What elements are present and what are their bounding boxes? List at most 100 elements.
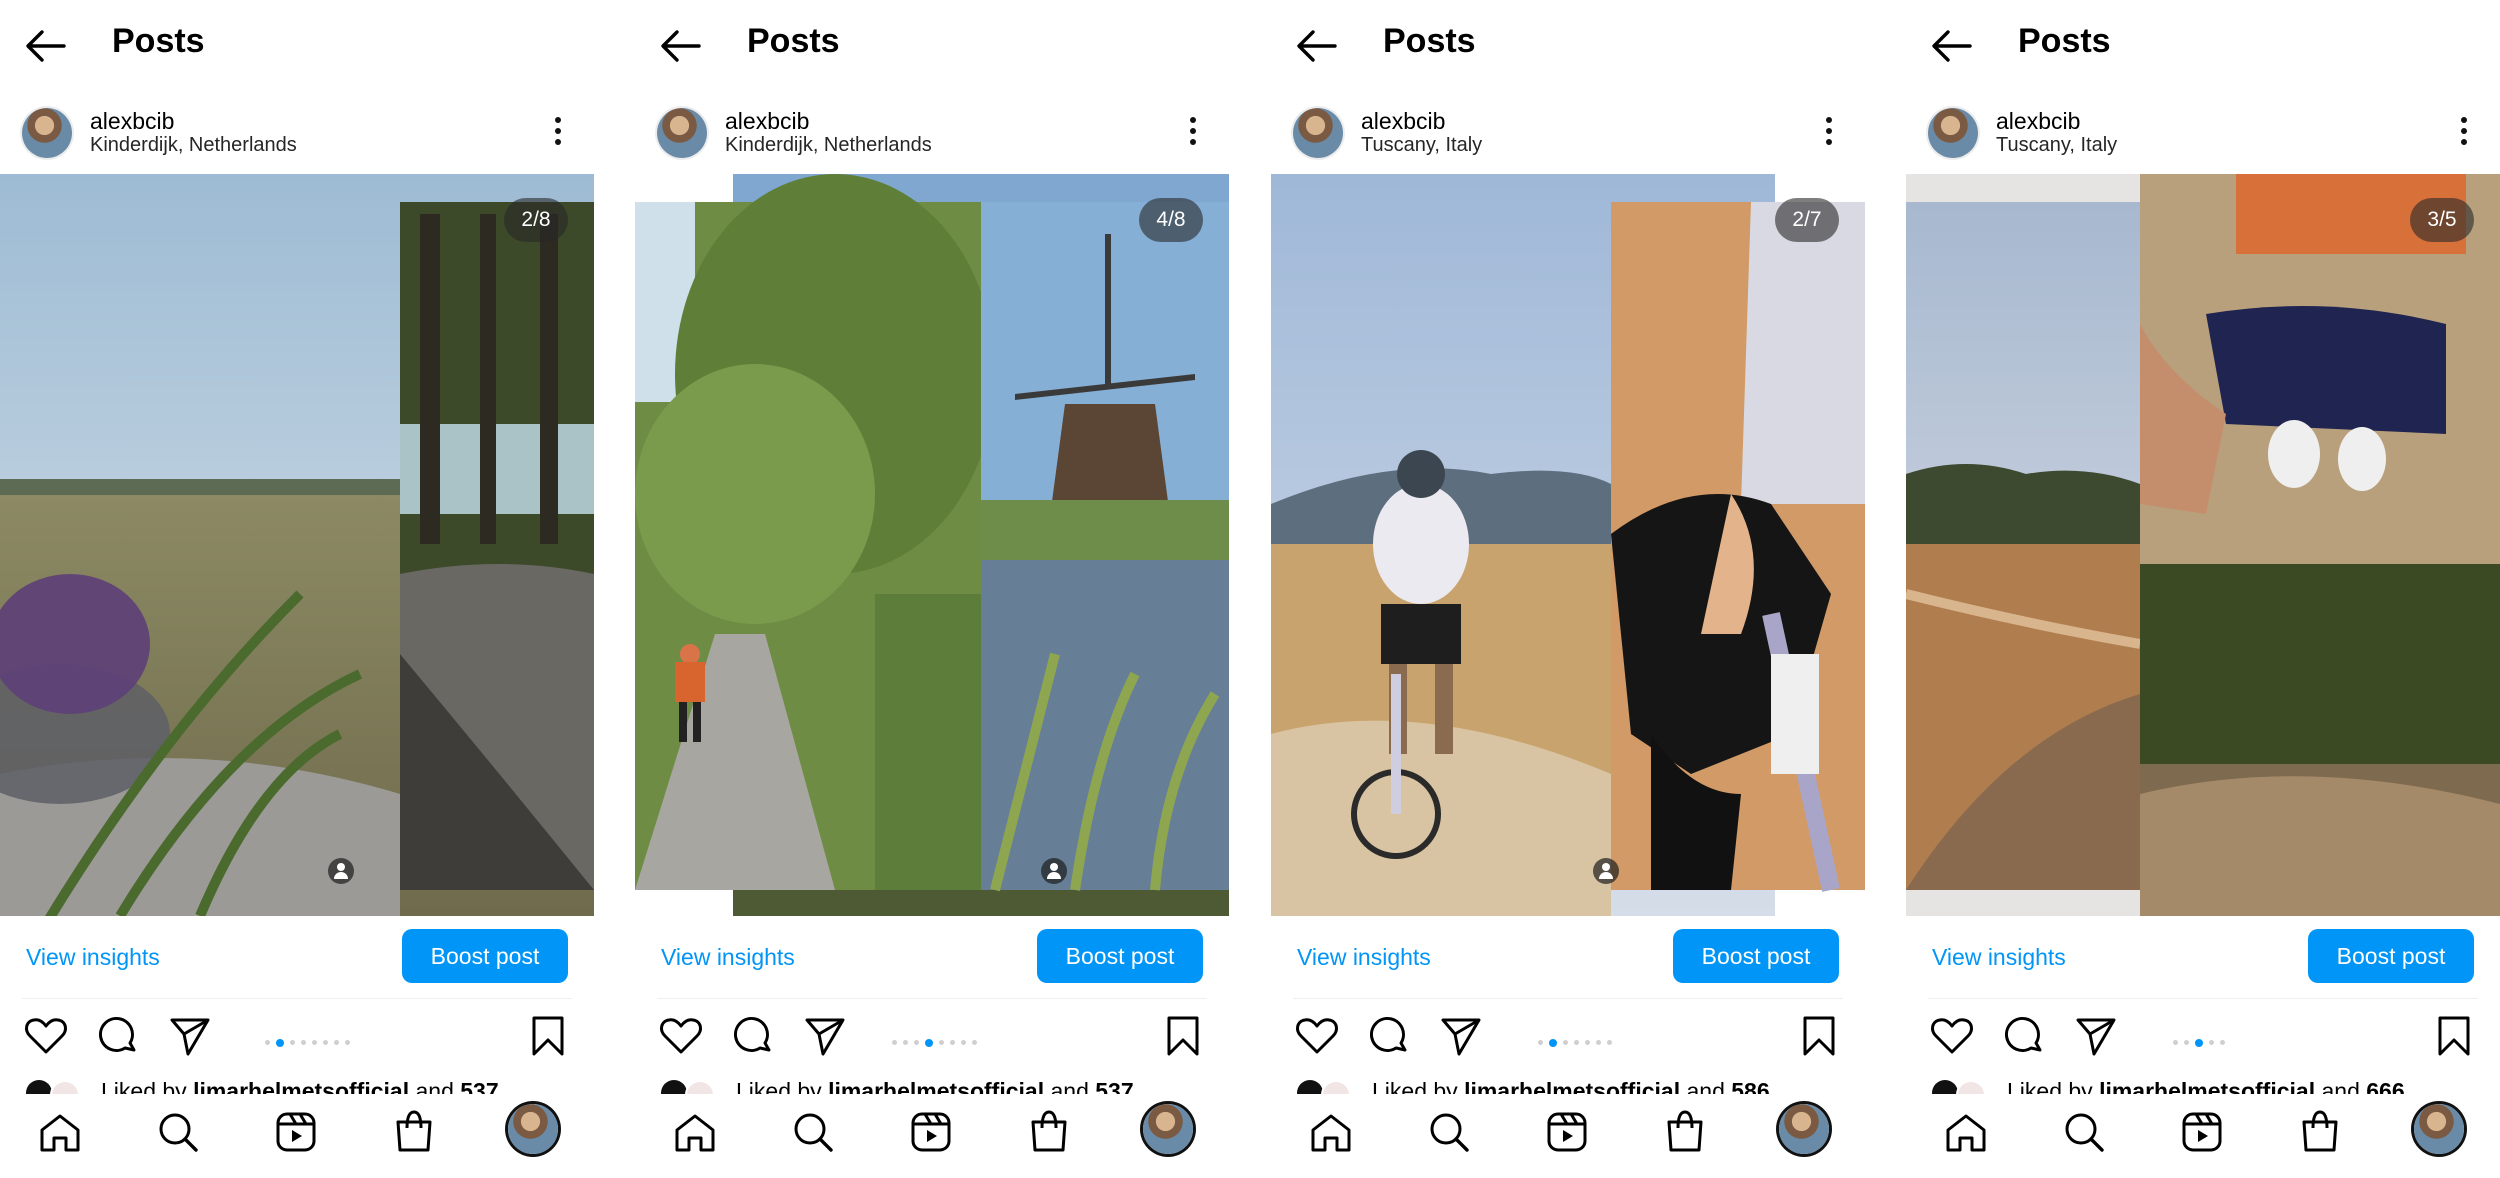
post-screen-4: Posts alexbcib Tuscany, Italy 3/5 View i… bbox=[1906, 0, 2500, 1178]
search-icon[interactable] bbox=[789, 1108, 837, 1156]
paper-plane-icon[interactable] bbox=[1437, 1012, 1485, 1060]
heart-icon[interactable] bbox=[1293, 1012, 1341, 1060]
heart-icon[interactable] bbox=[22, 1012, 70, 1060]
arrow-left-icon[interactable] bbox=[1930, 24, 1974, 68]
avatar[interactable] bbox=[1779, 1104, 1829, 1154]
reels-icon[interactable] bbox=[1543, 1108, 1591, 1156]
bottom-nav bbox=[635, 1096, 1229, 1178]
comment-icon[interactable] bbox=[94, 1012, 142, 1060]
arrow-left-icon[interactable] bbox=[24, 24, 68, 68]
more-vertical-icon[interactable] bbox=[1183, 114, 1203, 148]
person-tag-icon[interactable] bbox=[1041, 858, 1067, 884]
avatar[interactable] bbox=[508, 1104, 558, 1154]
post-header: alexbcib Tuscany, Italy bbox=[1271, 100, 1865, 172]
person-tag-icon[interactable] bbox=[328, 858, 354, 884]
arrow-left-icon[interactable] bbox=[1295, 24, 1339, 68]
reels-icon[interactable] bbox=[2178, 1108, 2226, 1156]
likes-prefix: Liked by bbox=[2007, 1078, 2100, 1094]
shopping-bag-icon[interactable] bbox=[390, 1108, 438, 1156]
likes-summary[interactable]: Liked by limarhelmetsofficial and 586 bbox=[1297, 1074, 1857, 1094]
post-header: alexbcib Kinderdijk, Netherlands bbox=[635, 100, 1229, 172]
avatar[interactable] bbox=[1143, 1104, 1193, 1154]
username[interactable]: alexbcib bbox=[725, 108, 809, 135]
liked-by-user[interactable]: limarhelmetsofficial bbox=[828, 1078, 1044, 1094]
likes-conjunction: and bbox=[2315, 1078, 2367, 1094]
paper-plane-icon[interactable] bbox=[2072, 1012, 2120, 1060]
view-insights-link[interactable]: View insights bbox=[1297, 944, 1431, 971]
search-icon[interactable] bbox=[154, 1108, 202, 1156]
comment-icon[interactable] bbox=[1365, 1012, 1413, 1060]
bookmark-icon[interactable] bbox=[2430, 1012, 2478, 1060]
post-header: alexbcib Kinderdijk, Netherlands bbox=[0, 100, 594, 172]
reels-icon[interactable] bbox=[272, 1108, 320, 1156]
more-vertical-icon[interactable] bbox=[548, 114, 568, 148]
avatar[interactable] bbox=[657, 108, 707, 158]
heart-icon[interactable] bbox=[657, 1012, 705, 1060]
post-screen-2: Posts alexbcib Kinderdijk, Netherlands 4… bbox=[635, 0, 1229, 1178]
boost-post-button[interactable]: Boost post bbox=[402, 929, 568, 983]
home-icon[interactable] bbox=[1942, 1108, 1990, 1156]
boost-post-button[interactable]: Boost post bbox=[2308, 929, 2474, 983]
boost-post-button[interactable]: Boost post bbox=[1673, 929, 1839, 983]
shopping-bag-icon[interactable] bbox=[1025, 1108, 1073, 1156]
page-title: Posts bbox=[2018, 22, 2111, 60]
bookmark-icon[interactable] bbox=[1795, 1012, 1843, 1060]
likes-conjunction: and bbox=[1044, 1078, 1096, 1094]
arrow-left-icon[interactable] bbox=[659, 24, 703, 68]
post-image[interactable]: 2/8 bbox=[0, 174, 594, 916]
bottom-nav bbox=[1906, 1096, 2500, 1178]
page-title: Posts bbox=[747, 22, 840, 60]
location[interactable]: Kinderdijk, Netherlands bbox=[725, 134, 932, 157]
location[interactable]: Tuscany, Italy bbox=[1996, 134, 2117, 157]
username[interactable]: alexbcib bbox=[90, 108, 174, 135]
post-image[interactable]: 4/8 bbox=[635, 174, 1229, 916]
shopping-bag-icon[interactable] bbox=[2296, 1108, 2344, 1156]
heart-icon[interactable] bbox=[1928, 1012, 1976, 1060]
bookmark-icon[interactable] bbox=[1159, 1012, 1207, 1060]
reels-icon[interactable] bbox=[907, 1108, 955, 1156]
avatar[interactable] bbox=[2414, 1104, 2464, 1154]
likes-summary[interactable]: Liked by limarhelmetsofficial and 666 bbox=[1932, 1074, 2492, 1094]
person-tag-icon[interactable] bbox=[1593, 858, 1619, 884]
bottom-nav bbox=[1271, 1096, 1865, 1178]
username[interactable]: alexbcib bbox=[1996, 108, 2080, 135]
search-icon[interactable] bbox=[2060, 1108, 2108, 1156]
view-insights-link[interactable]: View insights bbox=[661, 944, 795, 971]
liked-by-user[interactable]: limarhelmetsofficial bbox=[2099, 1078, 2315, 1094]
home-icon[interactable] bbox=[671, 1108, 719, 1156]
bookmark-icon[interactable] bbox=[524, 1012, 572, 1060]
location[interactable]: Kinderdijk, Netherlands bbox=[90, 134, 297, 157]
shopping-bag-icon[interactable] bbox=[1661, 1108, 1709, 1156]
likes-conjunction: and bbox=[409, 1078, 461, 1094]
home-icon[interactable] bbox=[1307, 1108, 1355, 1156]
liked-by-user[interactable]: limarhelmetsofficial bbox=[193, 1078, 409, 1094]
post-image[interactable]: 2/7 bbox=[1271, 174, 1865, 916]
avatar[interactable] bbox=[1293, 108, 1343, 158]
likes-count[interactable]: 537 bbox=[1095, 1078, 1133, 1094]
avatar[interactable] bbox=[22, 108, 72, 158]
comment-icon[interactable] bbox=[2000, 1012, 2048, 1060]
more-vertical-icon[interactable] bbox=[2454, 114, 2474, 148]
home-icon[interactable] bbox=[36, 1108, 84, 1156]
paper-plane-icon[interactable] bbox=[166, 1012, 214, 1060]
divider bbox=[22, 998, 572, 999]
view-insights-link[interactable]: View insights bbox=[26, 944, 160, 971]
username[interactable]: alexbcib bbox=[1361, 108, 1445, 135]
comment-icon[interactable] bbox=[729, 1012, 777, 1060]
more-vertical-icon[interactable] bbox=[1819, 114, 1839, 148]
likes-count[interactable]: 666 bbox=[2366, 1078, 2404, 1094]
likes-summary[interactable]: Liked by limarhelmetsofficial and 537 bbox=[661, 1074, 1221, 1094]
action-bar bbox=[1906, 1012, 2500, 1068]
avatar[interactable] bbox=[1928, 108, 1978, 158]
search-icon[interactable] bbox=[1425, 1108, 1473, 1156]
boost-post-button[interactable]: Boost post bbox=[1037, 929, 1203, 983]
post-image[interactable]: 3/5 bbox=[1906, 174, 2500, 916]
view-insights-link[interactable]: View insights bbox=[1932, 944, 2066, 971]
action-bar bbox=[635, 1012, 1229, 1068]
liked-by-user[interactable]: limarhelmetsofficial bbox=[1464, 1078, 1680, 1094]
paper-plane-icon[interactable] bbox=[801, 1012, 849, 1060]
likes-count[interactable]: 586 bbox=[1731, 1078, 1769, 1094]
likes-count[interactable]: 537 bbox=[460, 1078, 498, 1094]
likes-summary[interactable]: Liked by limarhelmetsofficial and 537 bbox=[26, 1074, 586, 1094]
location[interactable]: Tuscany, Italy bbox=[1361, 134, 1482, 157]
